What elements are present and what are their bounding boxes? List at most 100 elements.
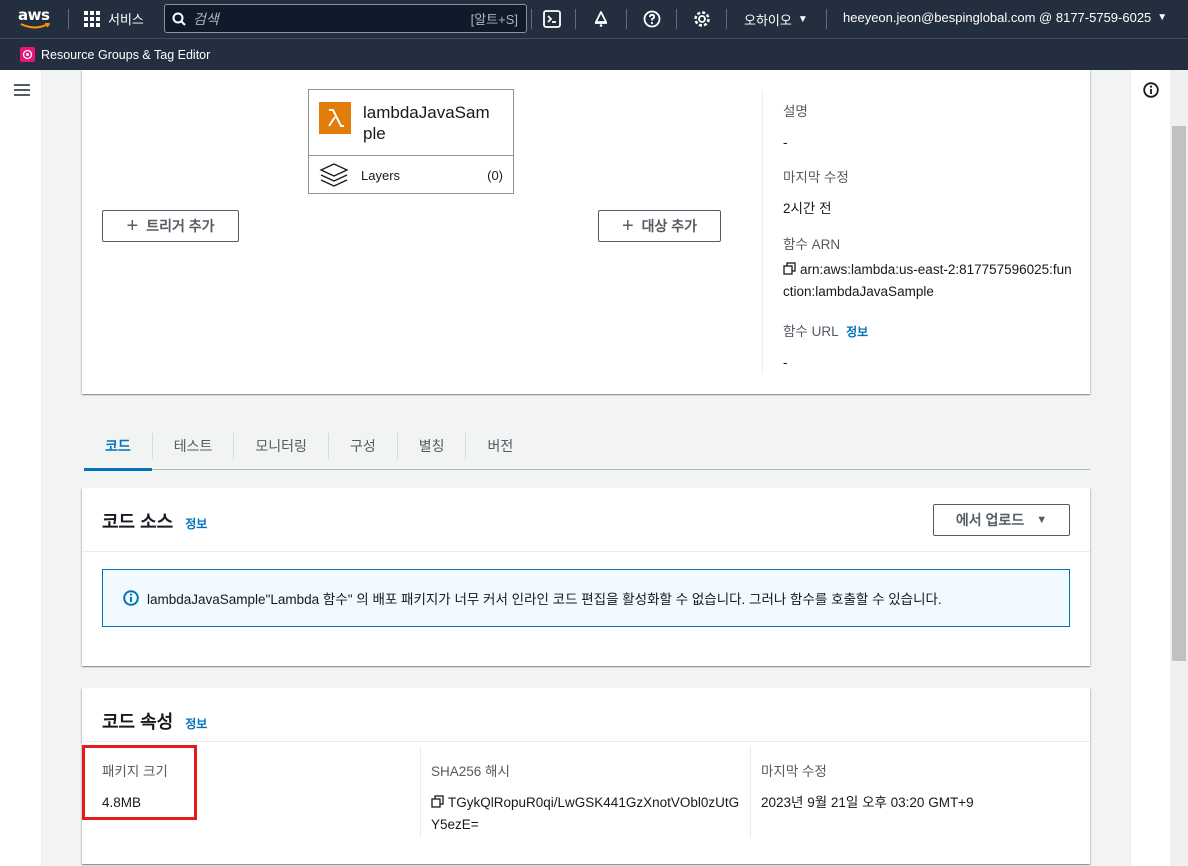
code-last-modified-field: 마지막 수정 2023년 9월 21일 오후 03:20 GMT+9	[761, 760, 974, 814]
code-source-title: 코드 소스	[102, 512, 174, 532]
code-source-header: 코드 소스 정보	[102, 508, 207, 534]
lambda-icon	[319, 102, 351, 134]
right-tools-rail	[1130, 70, 1170, 866]
property-divider	[420, 746, 421, 838]
account-menu[interactable]: heeyeon.jeon@bespinglobal.com @ 8177-575…	[843, 10, 1167, 25]
notifications-bell-icon[interactable]	[591, 9, 611, 29]
function-url-field: 함수 URL 정보 -	[783, 320, 868, 374]
scrollbar-thumb[interactable]	[1172, 126, 1186, 661]
card-divider	[82, 741, 1090, 742]
search-box[interactable]: [알트+S]	[164, 4, 527, 33]
last-modified-field: 마지막 수정 2시간 전	[783, 166, 849, 220]
add-destination-button[interactable]: + 대상 추가	[598, 210, 721, 242]
tab-test[interactable]: 테스트	[153, 422, 234, 470]
services-menu-button[interactable]: 서비스	[84, 9, 144, 28]
nav-divider	[531, 9, 532, 29]
function-url-info-link[interactable]: 정보	[846, 325, 868, 339]
aws-smile-icon	[20, 23, 50, 29]
layers-node[interactable]: Layers (0)	[309, 156, 513, 194]
help-icon[interactable]	[642, 9, 662, 29]
menu-hamburger-icon[interactable]	[14, 84, 30, 96]
function-url-value: -	[783, 355, 788, 370]
main-content: lambdaJavaSample Layers (0) + 트리거 추가 + 대…	[42, 70, 1130, 866]
upload-from-label: 에서 업로드	[955, 512, 1025, 528]
favorite-resource-groups[interactable]: Resource Groups & Tag Editor	[20, 47, 210, 62]
caret-down-icon: ▼	[797, 14, 808, 25]
function-name: lambdaJavaSample	[363, 103, 490, 143]
resource-groups-icon	[20, 47, 35, 62]
nav-divider	[676, 9, 677, 29]
tab-versions[interactable]: 버전	[466, 422, 534, 470]
nav-divider	[68, 9, 69, 29]
tab-configuration[interactable]: 구성	[329, 422, 397, 470]
info-icon	[123, 590, 139, 606]
plus-icon: +	[126, 215, 139, 237]
page-scrollbar[interactable]	[1170, 70, 1188, 866]
function-node[interactable]: lambdaJavaSample	[309, 90, 513, 156]
layers-icon	[319, 163, 349, 187]
function-url-label: 함수 URL	[783, 324, 839, 339]
aws-logo[interactable]: aws	[18, 6, 54, 32]
sha256-value: TGykQlRopuR0qi/LwGSK441GzXnotVObl0zUtGY5…	[431, 795, 740, 832]
region-label: 오하이오	[744, 13, 792, 28]
favorite-label: Resource Groups & Tag Editor	[41, 47, 211, 62]
function-arn-value-row: arn:aws:lambda:us-east-2:817757596025:fu…	[783, 259, 1073, 303]
function-tabs: 코드 테스트 모니터링 구성 별칭 버전	[84, 422, 1090, 471]
card-divider	[82, 551, 1090, 552]
code-last-modified-label: 마지막 수정	[761, 764, 827, 779]
code-properties-card: 코드 속성 정보 패키지 크기 4.8MB SHA256 해시 TGykQlRo…	[82, 688, 1090, 864]
add-trigger-label: 트리거 추가	[146, 218, 215, 234]
property-divider	[750, 746, 751, 838]
nav-divider	[726, 9, 727, 29]
function-diagram-box: lambdaJavaSample Layers (0)	[308, 89, 514, 194]
info-panel-icon[interactable]	[1143, 82, 1159, 98]
sha256-value-row: TGykQlRopuR0qi/LwGSK441GzXnotVObl0zUtGY5…	[431, 792, 741, 836]
description-value: -	[783, 135, 788, 150]
last-modified-value: 2시간 전	[783, 201, 832, 216]
services-label: 서비스	[108, 12, 144, 27]
add-trigger-button[interactable]: + 트리거 추가	[102, 210, 239, 242]
overview-divider	[762, 90, 763, 374]
code-properties-info-link[interactable]: 정보	[185, 715, 207, 732]
code-properties-header: 코드 속성 정보	[102, 708, 207, 734]
code-source-card: 코드 소스 정보 에서 업로드 ▼ lambdaJavaSample"Lambd…	[82, 488, 1090, 666]
code-last-modified-value: 2023년 9월 21일 오후 03:20 GMT+9	[761, 795, 974, 810]
settings-gear-icon[interactable]	[692, 9, 712, 29]
layers-count: (0)	[487, 167, 503, 183]
copy-icon[interactable]	[783, 262, 796, 275]
function-url-label-row: 함수 URL 정보	[783, 320, 868, 340]
tab-monitoring[interactable]: 모니터링	[234, 422, 328, 470]
tab-aliases[interactable]: 별칭	[398, 422, 466, 470]
add-destination-label: 대상 추가	[641, 218, 698, 234]
sha256-field: SHA256 해시 TGykQlRopuR0qi/LwGSK441GzXnotV…	[431, 760, 741, 836]
copy-icon[interactable]	[431, 795, 444, 808]
code-properties-title: 코드 속성	[102, 712, 174, 732]
description-field: 설명 -	[783, 100, 808, 154]
search-icon	[165, 12, 193, 26]
cloudshell-icon[interactable]	[542, 9, 562, 29]
account-label: heeyeon.jeon@bespinglobal.com @ 8177-575…	[843, 10, 1152, 25]
search-input[interactable]	[193, 10, 471, 27]
aws-logo-text: aws	[18, 6, 50, 24]
function-overview-card: lambdaJavaSample Layers (0) + 트리거 추가 + 대…	[82, 70, 1090, 394]
favorites-bar: Resource Groups & Tag Editor	[0, 38, 1188, 70]
function-arn-label: 함수 ARN	[783, 237, 841, 252]
code-source-info-link[interactable]: 정보	[185, 515, 207, 532]
left-side-rail	[0, 70, 42, 866]
layers-label: Layers	[361, 167, 401, 183]
nav-divider	[626, 9, 627, 29]
top-navigation: aws 서비스 [알트+S] 오하이오 ▼ heeyeon.jeon@bespi…	[0, 0, 1188, 38]
alert-text: lambdaJavaSample"Lambda 함수" 의 배포 패키지가 너무…	[147, 592, 942, 607]
upload-from-button[interactable]: 에서 업로드 ▼	[933, 504, 1070, 536]
last-modified-label: 마지막 수정	[783, 170, 849, 185]
search-shortcut-hint: [알트+S]	[470, 12, 518, 27]
region-selector[interactable]: 오하이오 ▼	[744, 10, 808, 29]
services-grid-icon	[84, 10, 100, 27]
caret-down-icon: ▼	[1157, 12, 1168, 23]
function-arn-value: arn:aws:lambda:us-east-2:817757596025:fu…	[783, 262, 1072, 299]
nav-divider	[826, 9, 827, 29]
description-label: 설명	[783, 104, 808, 119]
plus-icon: +	[621, 215, 634, 237]
tab-code[interactable]: 코드	[84, 422, 152, 471]
sha256-label: SHA256 해시	[431, 764, 510, 779]
